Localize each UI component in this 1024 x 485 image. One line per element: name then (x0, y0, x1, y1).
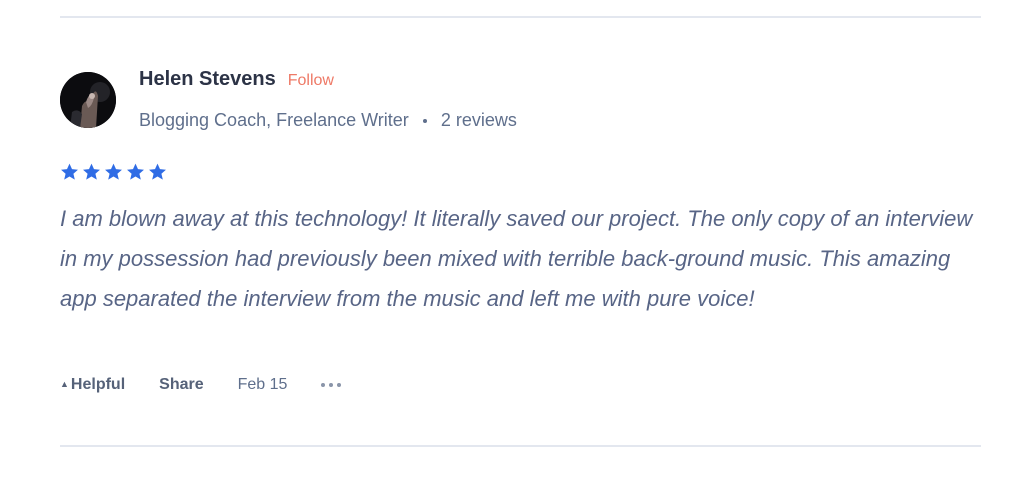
star-icon (82, 163, 101, 181)
avatar-photo-icon (60, 72, 116, 128)
review-actions: ▲ Helpful Share Feb 15 (60, 376, 342, 394)
follow-button[interactable]: Follow (288, 72, 334, 90)
helpful-button[interactable]: ▲ Helpful (60, 376, 125, 394)
review-date: Feb 15 (237, 376, 288, 393)
review-count[interactable]: 2 reviews (441, 110, 517, 131)
star-icon (126, 163, 145, 181)
bottom-divider (60, 445, 981, 447)
more-dots-icon[interactable] (321, 383, 342, 387)
review-card: Helen Stevens Follow Blogging Coach, Fre… (0, 0, 1024, 485)
reviewer-meta: Blogging Coach, Freelance Writer 2 revie… (139, 110, 517, 131)
separator-dot (422, 118, 427, 123)
avatar[interactable] (60, 72, 116, 128)
helpful-label: Helpful (70, 376, 126, 393)
reviewer-name[interactable]: Helen Stevens (139, 68, 276, 91)
triangle-up-icon: ▲ (60, 379, 69, 389)
star-icon (60, 163, 79, 181)
share-button[interactable]: Share (159, 376, 203, 394)
star-icon (104, 163, 123, 181)
review-text: I am blown away at this technology! It l… (60, 206, 973, 311)
top-divider (60, 16, 981, 18)
reviewer-header: Helen Stevens Follow (139, 68, 334, 91)
star-icon (148, 163, 167, 181)
star-rating (60, 163, 167, 181)
reviewer-title: Blogging Coach, Freelance Writer (139, 110, 409, 130)
